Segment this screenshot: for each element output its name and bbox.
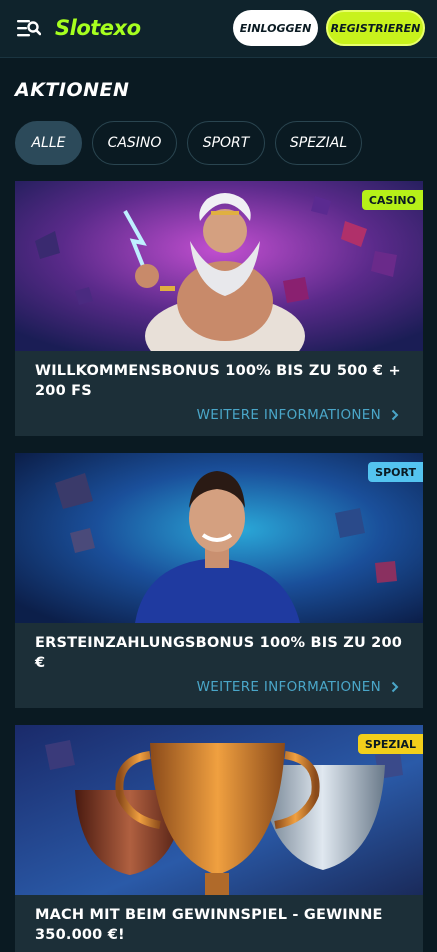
filter-tab-casino[interactable]: CASINO — [92, 121, 177, 165]
filter-tab-alle[interactable]: ALLE — [15, 121, 82, 165]
chevron-right-icon — [391, 681, 399, 693]
category-badge: CASINO — [361, 190, 423, 210]
promo-image-football-player: SPORT — [15, 453, 423, 623]
category-badge: SPORT — [368, 462, 423, 482]
promo-card-spezial[interactable]: SPEZIAL MACH MIT BEIM GEWINNSPIEL - GEWI… — [15, 725, 423, 952]
more-info-label: WEITERE INFORMATIONEN — [196, 679, 381, 695]
top-header: Slotexo EINLOGGEN REGISTRIEREN — [0, 0, 437, 58]
filter-tab-spezial[interactable]: SPEZIAL — [275, 121, 362, 165]
logo-text: Slotexo — [55, 16, 141, 40]
promo-card-casino[interactable]: CASINO WILLKOMMENSBONUS 100% BIS ZU 500 … — [15, 181, 423, 436]
chevron-right-icon — [391, 409, 399, 421]
more-info-link[interactable]: WEITERE INFORMATIONEN — [197, 679, 399, 695]
more-info-label: WEITERE INFORMATIONEN — [196, 407, 381, 423]
filter-tab-sport[interactable]: SPORT — [187, 121, 265, 165]
promo-title: WILLKOMMENSBONUS 100% BIS ZU 500 € + 200… — [35, 363, 401, 399]
promo-card-sport[interactable]: SPORT ERSTEINZAHLUNGSBONUS 100% BIS ZU 2… — [15, 453, 423, 708]
brand-logo[interactable]: Slotexo — [55, 14, 141, 42]
page-title: AKTIONEN — [15, 79, 130, 101]
login-button[interactable]: EINLOGGEN — [233, 10, 318, 46]
more-info-link[interactable]: WEITERE INFORMATIONEN — [197, 407, 399, 423]
promo-image-trophies: SPEZIAL — [15, 725, 423, 895]
category-badge: SPEZIAL — [357, 734, 423, 754]
promo-image-zeus: CASINO — [15, 181, 423, 351]
promo-title: ERSTEINZAHLUNGSBONUS 100% BIS ZU 200 € — [35, 635, 403, 671]
menu-search-icon[interactable] — [17, 17, 41, 39]
promo-filter-tabs: ALLE CASINO SPORT SPEZIAL — [15, 121, 362, 165]
register-button[interactable]: REGISTRIEREN — [326, 10, 425, 46]
promo-title: MACH MIT BEIM GEWINNSPIEL - GEWINNE 350.… — [35, 907, 383, 943]
